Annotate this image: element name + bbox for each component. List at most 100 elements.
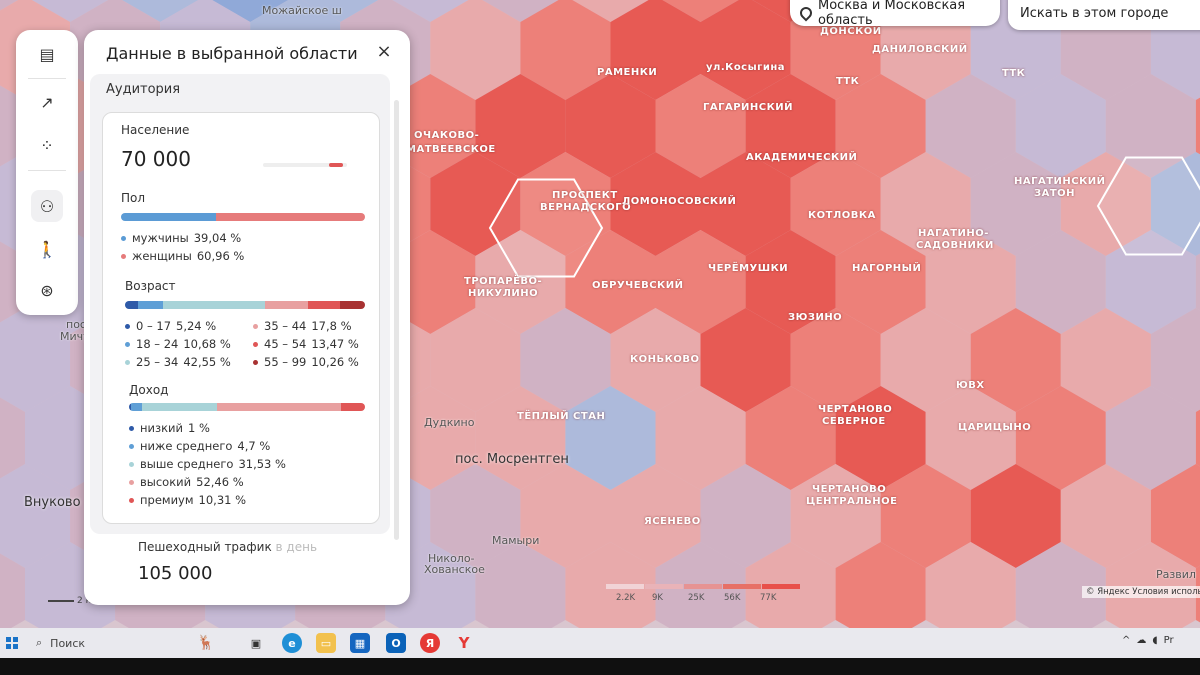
map-district-label: КОНЬКОВО: [630, 354, 700, 365]
legend-tick: 77K: [760, 593, 777, 603]
bar-segment: [142, 403, 217, 411]
map-district-label: РАМЕНКИ: [597, 67, 658, 78]
windows-start-icon[interactable]: [6, 637, 18, 649]
audience-section: Аудитория Население 70 000 Пол мужчины 39…: [90, 74, 390, 534]
legend-value: 17,8 %: [311, 319, 352, 333]
age-bar: [125, 301, 365, 309]
yandex-browser-icon[interactable]: Я: [420, 633, 440, 653]
outlook-icon[interactable]: O: [386, 633, 406, 653]
legend-tick: 25K: [688, 593, 705, 603]
route-arrow-icon[interactable]: ↗: [31, 86, 63, 118]
car-steering-icon[interactable]: ⊛: [31, 274, 63, 306]
legend-item: мужчины 39,04 %: [121, 231, 241, 245]
traffic-period: в день: [275, 540, 318, 554]
legend-value: 10,26 %: [311, 355, 359, 369]
region-selector[interactable]: Москва и Московская область: [790, 0, 1000, 28]
legend-name: выше среднего: [140, 457, 234, 471]
bar-segment: [265, 301, 309, 309]
audience-icon[interactable]: ⚇: [31, 190, 63, 222]
edge-browser-icon[interactable]: e: [282, 633, 302, 653]
pedestrian-icon[interactable]: 🚶: [31, 233, 63, 265]
map-district-label: МАТВЕЕВСКОЕ: [406, 144, 496, 155]
deer-widget-icon[interactable]: 🦌: [196, 633, 216, 653]
traffic-label: Пешеходный трафик в день: [138, 540, 317, 554]
windows-taskbar: ⌕ Поиск 🦌 ▣ e ▭ ▦ O Я Y ^ ☁ ◖ Pr: [0, 628, 1200, 658]
legend-item: выше среднего 31,53 %: [129, 457, 286, 471]
map-district-label: Можайское ш: [262, 4, 342, 17]
population-value: 70 000: [121, 147, 191, 171]
audience-card: Население 70 000 Пол мужчины 39,04 % женщи…: [102, 112, 380, 524]
legend-item: 35 – 44 17,8 %: [253, 319, 352, 333]
legend-dot: [129, 461, 134, 467]
map-district-label: ТТК: [836, 76, 860, 87]
bar-segment: [121, 213, 217, 221]
task-view-icon[interactable]: ▣: [246, 633, 266, 653]
layers-icon[interactable]: ▤: [31, 38, 63, 70]
gender-label: Пол: [121, 191, 146, 205]
audience-title: Аудитория: [106, 82, 181, 97]
legend-segment: [606, 584, 644, 589]
legend-tick: 56K: [724, 593, 741, 603]
sound-icon[interactable]: ◖: [1152, 635, 1157, 646]
legend-value: 52,46 %: [196, 475, 244, 489]
traffic-value: 105 000: [138, 563, 213, 584]
legend-dot: [253, 323, 258, 329]
legend-item: 18 – 24 10,68 %: [125, 337, 231, 351]
tray-text: Pr: [1163, 635, 1174, 646]
legend-name: премиум: [140, 493, 194, 507]
yandex-icon[interactable]: Y: [454, 633, 474, 653]
legend-name: 35 – 44: [264, 319, 307, 333]
map-district-label: ЧЕРТАНОВО: [818, 404, 893, 415]
map-district-label: НАГАТИНСКИЙ: [1014, 176, 1106, 187]
map-district-label: ТЁПЛЫЙ СТАН: [517, 411, 606, 422]
legend-dot: [253, 359, 258, 365]
left-toolbar: ▤ ↗ ⁘ ⚇ 🚶 ⊛: [16, 30, 78, 315]
map-district-label: пос. Мосрентген: [455, 452, 569, 467]
city-search-button[interactable]: Искать в этом городе: [1008, 0, 1200, 30]
bar-segment: [216, 213, 365, 221]
legend-item: высокий 52,46 %: [129, 475, 244, 489]
map-copyright[interactable]: © Яндекс Условия использ: [1082, 586, 1200, 598]
screen-bezel: [0, 658, 1200, 675]
map-district-label: ЗАТОН: [1034, 188, 1076, 199]
scale-line: [48, 600, 74, 602]
legend-value: 10,31 %: [198, 493, 247, 507]
map-district-label: Дудкино: [424, 416, 475, 429]
legend-name: 25 – 34: [136, 355, 179, 369]
panel-title: Данные в выбранной области: [106, 44, 358, 63]
bar-segment: [340, 301, 365, 309]
panel-scrollbar[interactable]: [394, 100, 399, 540]
location-pin-icon: [797, 4, 815, 22]
points-icon[interactable]: ⁘: [31, 129, 63, 161]
bar-segment: [216, 403, 341, 411]
map-district-label: Хованское: [424, 563, 485, 576]
chevron-up-icon[interactable]: ^: [1122, 635, 1130, 646]
legend-dot: [121, 253, 126, 259]
legend-item: 55 – 99 10,26 %: [253, 355, 359, 369]
map-district-label: НАГОРНЫЙ: [852, 263, 922, 274]
map-district-label: АКАДЕМИЧЕСКИЙ: [746, 152, 858, 163]
legend-dot: [129, 425, 134, 431]
legend-segment: [684, 584, 722, 589]
bar-segment: [131, 403, 143, 411]
file-explorer-icon[interactable]: ▭: [316, 633, 336, 653]
taskbar-search[interactable]: ⌕ Поиск: [30, 631, 200, 655]
toolbar-divider: [28, 170, 66, 171]
map-district-label: ТТК: [1002, 68, 1026, 79]
map-district-label: ПРОСПЕКТ: [552, 190, 618, 201]
legend-name: 55 – 99: [264, 355, 307, 369]
legend-dot: [125, 323, 130, 329]
legend-segment: [723, 584, 761, 589]
region-label: Москва и Московская область: [818, 0, 966, 28]
close-icon[interactable]: ×: [374, 42, 394, 62]
legend-value: 1 %: [188, 421, 210, 435]
traffic-label-text: Пешеходный трафик: [138, 540, 272, 554]
legend-dot: [129, 443, 134, 449]
legend-item: женщины 60,96 %: [121, 249, 244, 263]
store-icon[interactable]: ▦: [350, 633, 370, 653]
legend-value: 5,24 %: [176, 319, 217, 333]
legend-value: 60,96 %: [196, 249, 245, 263]
legend-item: 45 – 54 13,47 %: [253, 337, 359, 351]
system-tray[interactable]: ^ ☁ ◖ Pr: [1122, 635, 1174, 646]
cloud-icon[interactable]: ☁: [1136, 635, 1146, 646]
